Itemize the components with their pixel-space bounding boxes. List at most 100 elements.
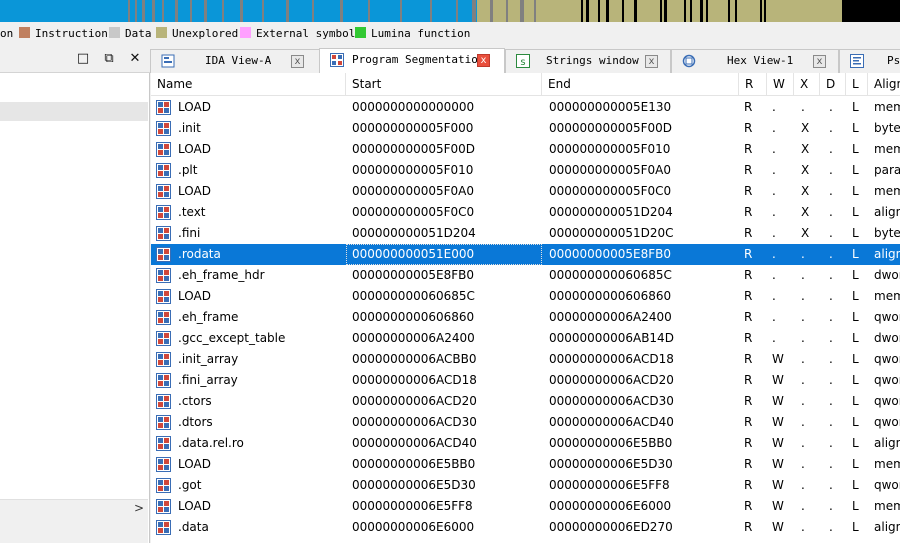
navigation-band-segment[interactable] [240, 0, 243, 22]
navigation-band-segment[interactable] [684, 0, 686, 22]
cell-d: . [829, 268, 833, 282]
cell-name: .eh_frame [178, 310, 239, 324]
navigation-band-segment[interactable] [598, 0, 600, 22]
column-header-start[interactable]: Start [346, 73, 542, 95]
table-row[interactable]: LOAD 000000000060685C 0000000000606860 R...… [151, 286, 900, 307]
table-row[interactable]: .fini 000000000051D204 000000000051D20C R. X… [151, 223, 900, 244]
navigation-band-segment[interactable] [706, 0, 708, 22]
navigation-band-segment[interactable] [690, 0, 692, 22]
close-tab-icon[interactable]: x [645, 55, 658, 68]
navigation-band-segment[interactable] [340, 0, 343, 22]
navigation-band-segment[interactable] [760, 0, 762, 22]
close-tab-icon[interactable]: x [477, 54, 490, 67]
cell-l: L [852, 247, 859, 261]
tab-pseudocode[interactable]: Ps [839, 49, 900, 73]
navigation-band-segment[interactable] [622, 0, 624, 22]
navigation-band-segment[interactable] [152, 0, 155, 22]
navigation-band-segment[interactable] [286, 0, 289, 22]
cell-start: 000000000005F010 [352, 163, 474, 177]
navigation-band[interactable] [0, 0, 900, 22]
navigation-band-segment[interactable] [700, 0, 703, 22]
column-header-x[interactable]: X [794, 73, 820, 95]
navigation-band-segment[interactable] [430, 0, 432, 22]
table-row[interactable]: LOAD 000000000005F00D 000000000005F010 R. X.… [151, 139, 900, 160]
table-row[interactable]: .ctors 00000000006ACD20 00000000006ACD30 R W… [151, 391, 900, 412]
navigation-band-segment[interactable] [634, 0, 637, 22]
column-header-r[interactable]: R [739, 73, 767, 95]
cell-start: 00000000006A2400 [352, 331, 475, 345]
column-header-name[interactable]: Name [151, 73, 346, 95]
close-tab-icon[interactable]: x [291, 55, 304, 68]
navigation-band-segment[interactable] [368, 0, 370, 22]
navigation-band-segment[interactable] [400, 0, 402, 22]
table-row[interactable]: .got 00000000006E5D30 00000000006E5FF8 R W..… [151, 475, 900, 496]
column-header-d[interactable]: D [820, 73, 846, 95]
navigation-band-segment[interactable] [842, 0, 900, 22]
cell-end: 00000000005E8FB0 [549, 247, 671, 261]
float-window-icon[interactable]: ⧉ [102, 52, 116, 66]
navigation-band-segment[interactable] [581, 0, 583, 22]
table-row[interactable]: LOAD 000000000005F0A0 000000000005F0C0 R. X.… [151, 181, 900, 202]
navigation-band-segment[interactable] [190, 0, 192, 22]
table-row[interactable]: .rodata 000000000051E000 00000000005E8FB0 R… [151, 244, 900, 265]
table-row[interactable]: .eh_frame 0000000000606860 00000000006A240… [151, 307, 900, 328]
table-row[interactable]: .plt 000000000005F010 000000000005F0A0 R. X.… [151, 160, 900, 181]
navigation-band-segment[interactable] [660, 0, 662, 22]
table-row[interactable]: .dtors 00000000006ACD30 00000000006ACD40 R W… [151, 412, 900, 433]
navigation-band-segment[interactable] [162, 0, 164, 22]
navigation-band-segment[interactable] [506, 0, 508, 22]
navigation-band-segment[interactable] [262, 0, 264, 22]
close-tab-icon[interactable]: x [813, 55, 826, 68]
cell-start: 00000000006E6000 [352, 520, 475, 534]
navigation-band-segment[interactable] [0, 0, 128, 22]
navigation-band-segment[interactable] [664, 0, 667, 22]
navigation-band-segment[interactable] [606, 0, 609, 22]
cell-end: 0000000000606860 [549, 289, 672, 303]
navigation-band-segment[interactable] [534, 0, 536, 22]
table-row[interactable]: LOAD 00000000006E5BB0 00000000006E5D30 R W..… [151, 454, 900, 475]
navigation-band-segment[interactable] [490, 0, 493, 22]
navigation-band-segment[interactable] [520, 0, 524, 22]
navigation-band-segment[interactable] [764, 0, 766, 22]
selected-list-row[interactable] [0, 102, 148, 121]
tab-hex-view-1[interactable]: Hex View-1 x [671, 49, 839, 73]
navigation-band-segment[interactable] [586, 0, 589, 22]
table-row[interactable]: .gcc_except_table 00000000006A2400 0000000… [151, 328, 900, 349]
navigation-band-segment[interactable] [128, 0, 130, 22]
table-row[interactable]: .fini_array 00000000006ACD18 00000000006AC… [151, 370, 900, 391]
column-header-align[interactable]: Align [868, 73, 900, 95]
table-row[interactable]: .text 000000000005F0C0 000000000051D204 R. X… [151, 202, 900, 223]
cell-r: R [744, 394, 753, 408]
column-header-end[interactable]: End [542, 73, 739, 95]
navigation-band-segment[interactable] [222, 0, 224, 22]
table-row[interactable]: .data.rel.ro 00000000006ACD40 00000000006E… [151, 433, 900, 454]
cell-w: . [772, 289, 776, 303]
column-header-w[interactable]: W [767, 73, 794, 95]
table-row[interactable]: LOAD 0000000000000000 000000000005E130 R...… [151, 97, 900, 118]
tab-program-segmentation[interactable]: Program Segmentation x [319, 48, 505, 73]
navigation-band-segment[interactable] [135, 0, 137, 22]
navigation-band-segment[interactable] [312, 0, 314, 22]
tab-strings-window[interactable]: s Strings window x [505, 49, 671, 73]
horizontal-scrollbar[interactable]: > [0, 499, 148, 517]
table-row[interactable]: .init 000000000005F000 000000000005F00D R. X… [151, 118, 900, 139]
tab-ida-view-a[interactable]: IDA View-A x [150, 49, 320, 73]
close-icon[interactable]: ✕ [128, 52, 142, 66]
table-row[interactable]: .init_array 00000000006ACBB0 00000000006AC… [151, 349, 900, 370]
navigation-band-segment[interactable] [728, 0, 730, 22]
table-row[interactable]: LOAD 00000000006E5FF8 00000000006E6000 R W..… [151, 496, 900, 517]
navigation-band-segment[interactable] [175, 0, 178, 22]
cell-r: R [744, 352, 753, 366]
navigation-band-segment[interactable] [456, 0, 458, 22]
scroll-right-icon[interactable]: > [134, 501, 144, 515]
table-row[interactable]: .eh_frame_hdr 00000000005E8FB0 00000000006… [151, 265, 900, 286]
cell-w: . [772, 310, 776, 324]
tab-bar: IDA View-A x Program Segmentation x s St… [150, 46, 900, 73]
navigation-band-segment[interactable] [204, 0, 207, 22]
navigation-band-segment[interactable] [472, 0, 476, 22]
navigation-band-segment[interactable] [735, 0, 737, 22]
table-row[interactable]: .data 00000000006E6000 00000000006ED270 R W.… [151, 517, 900, 538]
restore-icon[interactable]: □ [76, 52, 90, 66]
column-header-l[interactable]: L [846, 73, 868, 95]
navigation-band-segment[interactable] [142, 0, 145, 22]
